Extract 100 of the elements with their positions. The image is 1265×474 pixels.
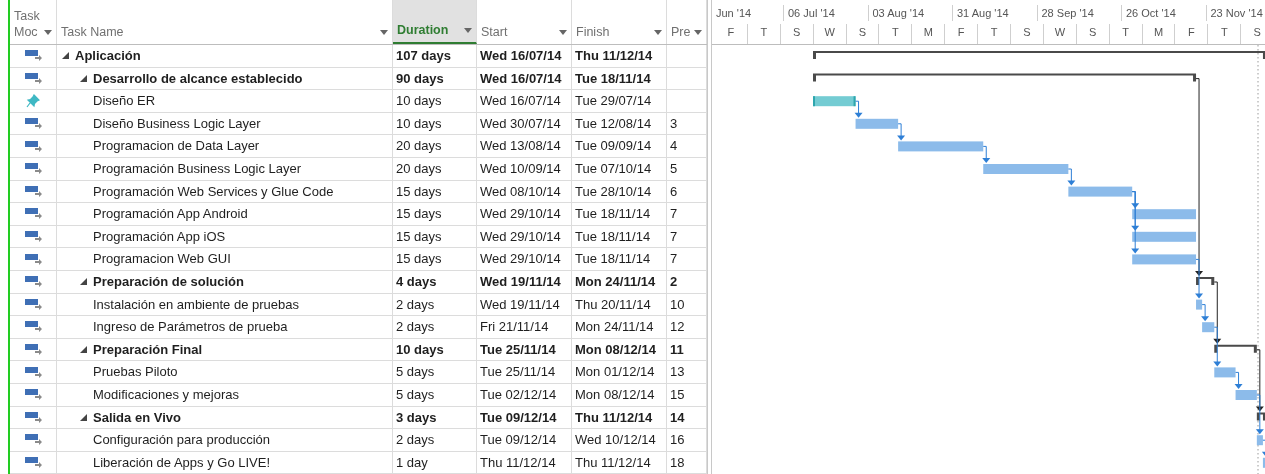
timescale-month-label: 26 Oct '14 xyxy=(1126,7,1176,19)
dropdown-caret-icon[interactable] xyxy=(654,30,662,35)
predecessor-cell-text: 14 xyxy=(670,408,685,427)
predecessor-cell-text: 7 xyxy=(670,250,678,269)
timescale-month-label: 31 Aug '14 xyxy=(957,7,1009,19)
timescale-day-label: T xyxy=(760,25,768,40)
auto-scheduled-icon xyxy=(24,298,42,310)
duration-cell-text: 15 days xyxy=(396,227,442,246)
dependency-arrow xyxy=(854,100,863,118)
dependency-arrow xyxy=(982,145,991,163)
summary-bar[interactable] xyxy=(813,51,1265,59)
task-name: Instalación en ambiente de pruebas xyxy=(93,295,299,314)
start-date-cell-text: Fri 21/11/14 xyxy=(480,318,549,337)
finish-date-cell-text: Tue 18/11/14 xyxy=(575,205,651,224)
dropdown-caret-icon[interactable] xyxy=(464,28,472,33)
dropdown-caret-icon[interactable] xyxy=(694,30,703,35)
auto-scheduled-icon xyxy=(24,434,42,446)
column-header[interactable]: Task Moc xyxy=(10,0,57,44)
task-name: Pruebas Piloto xyxy=(93,363,178,382)
predecessor-cell-text: 3 xyxy=(670,114,678,133)
manual-task-bar[interactable] xyxy=(813,96,856,107)
timescale-day-label: M xyxy=(923,25,933,40)
column-header[interactable]: Pre xyxy=(667,0,707,44)
timescale-month-label: 28 Sep '14 xyxy=(1041,7,1094,19)
auto-scheduled-icon xyxy=(24,140,42,152)
auto-scheduled-icon xyxy=(24,231,42,243)
duration-cell-text: 10 days xyxy=(396,92,442,111)
dropdown-caret-icon[interactable] xyxy=(559,30,567,35)
finish-date-cell-text: Thu 11/12/14 xyxy=(575,47,653,66)
timescale-day-label: F xyxy=(957,25,965,40)
task-name: Aplicación xyxy=(75,47,141,66)
task-name: Programacion Web GUI xyxy=(93,250,231,269)
dropdown-caret-icon[interactable] xyxy=(380,30,388,35)
predecessor-cell-text: 7 xyxy=(670,227,678,246)
duration-cell-text: 5 days xyxy=(396,363,435,382)
task-name: Programacion de Data Layer xyxy=(93,137,260,156)
predecessor-cell-text: 2 xyxy=(670,273,678,291)
timescale-day-label: F xyxy=(727,25,735,40)
start-date-cell-text: Wed 29/10/14 xyxy=(480,227,561,246)
collapse-triangle-icon[interactable] xyxy=(80,278,87,286)
timescale-day-label: S xyxy=(1023,25,1031,40)
timescale-day-label: W xyxy=(824,25,835,40)
start-date-cell-text: Wed 29/10/14 xyxy=(480,205,561,224)
task-bar[interactable] xyxy=(1132,209,1197,220)
finish-date-cell-text: Tue 29/07/14 xyxy=(575,92,652,111)
collapse-triangle-icon[interactable] xyxy=(80,74,87,82)
predecessor-cell-text: 13 xyxy=(670,363,685,382)
duration-cell-text: 10 days xyxy=(396,340,444,359)
auto-scheduled-icon xyxy=(24,118,42,130)
timescale-day-label: T xyxy=(892,25,899,40)
summary-bar[interactable] xyxy=(1256,412,1265,421)
auto-scheduled-icon xyxy=(24,344,42,355)
timescale-day-label: M xyxy=(1153,25,1164,40)
duration-cell-text: 20 days xyxy=(396,160,442,178)
task-name: Programación App iOS xyxy=(93,227,226,246)
finish-date-cell-text: Tue 18/11/14 xyxy=(575,227,651,246)
duration-cell-text: 15 days xyxy=(396,250,442,269)
predecessor-cell-text: 16 xyxy=(670,431,685,450)
summary-bar[interactable] xyxy=(1196,277,1215,285)
duration-cell-text: 90 days xyxy=(396,69,444,88)
column-header[interactable]: Start xyxy=(477,0,572,44)
timescale-day-label: F xyxy=(1188,25,1195,40)
predecessor-cell-text: 5 xyxy=(670,160,678,178)
start-date-cell-text: Wed 19/11/14 xyxy=(480,273,561,291)
finish-date-cell-text: Mon 08/12/14 xyxy=(575,385,655,404)
duration-cell-text: 3 days xyxy=(396,408,437,427)
finish-date-cell-text: Tue 09/09/14 xyxy=(575,137,652,156)
collapse-triangle-icon[interactable] xyxy=(62,52,69,60)
timescale-month-label: Jun '14 xyxy=(716,7,752,19)
auto-scheduled-icon xyxy=(24,389,42,401)
start-date-cell-text: Wed 30/07/14 xyxy=(480,114,561,133)
start-date-cell-text: Thu 11/12/14 xyxy=(480,453,556,472)
timescale-day-label: W xyxy=(1054,25,1066,40)
start-date-cell-text: Wed 16/07/14 xyxy=(480,92,561,111)
timescale-day-label: S xyxy=(1089,25,1097,40)
predecessor-cell-text: 15 xyxy=(670,385,685,404)
collapse-triangle-icon[interactable] xyxy=(80,413,87,421)
auto-scheduled-icon xyxy=(24,253,42,265)
timescale-day-label: S xyxy=(1253,25,1261,40)
summary-bar[interactable] xyxy=(1214,344,1257,353)
dropdown-caret-icon[interactable] xyxy=(44,30,52,35)
task-name: Preparación de solución xyxy=(93,273,244,291)
column-header[interactable]: Finish xyxy=(572,0,667,44)
duration-cell-text: 15 days xyxy=(396,182,442,201)
predecessor-cell-text: 4 xyxy=(670,137,678,156)
duration-cell-text: 2 days xyxy=(396,295,435,314)
task-name: Programación App Android xyxy=(93,205,248,224)
task-name: Programación Business Logic Layer xyxy=(93,160,302,178)
start-date-cell-text: Wed 16/07/14 xyxy=(480,69,562,88)
start-date-cell-text: Tue 02/12/14 xyxy=(480,385,557,404)
column-header[interactable]: Duration xyxy=(393,0,477,44)
collapse-triangle-icon[interactable] xyxy=(80,346,87,353)
summary-bar[interactable] xyxy=(813,73,1197,82)
finish-date-cell-text: Mon 24/11/14 xyxy=(575,273,656,291)
start-date-cell-text: Wed 16/07/14 xyxy=(480,47,562,66)
task-name: Diseño Business Logic Layer xyxy=(93,114,261,133)
finish-date-cell-text: Mon 08/12/14 xyxy=(575,340,656,359)
finish-date-cell-text: Thu 20/11/14 xyxy=(575,295,651,314)
dependency-arrow xyxy=(1067,168,1076,186)
task-name: Configuración para producción xyxy=(93,431,271,450)
